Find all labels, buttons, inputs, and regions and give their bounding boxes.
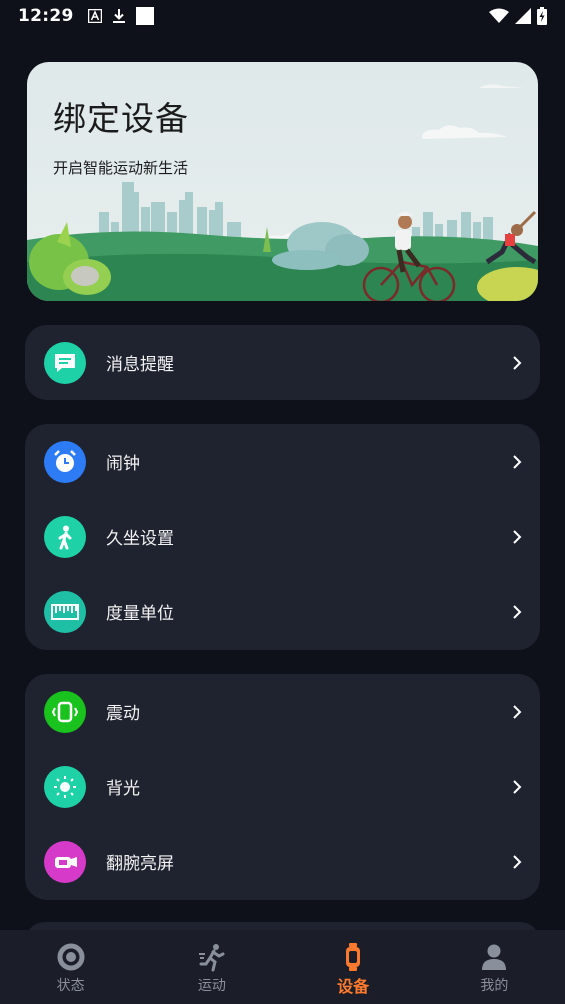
app-notification-icon (87, 9, 102, 23)
raise-to-wake-label: 翻腕亮屏 (106, 854, 174, 874)
nav-label-mine: 我的 (480, 978, 509, 994)
nav-tab-status[interactable]: 状态 (0, 930, 141, 1004)
vibration-row[interactable]: 震动 (25, 674, 540, 749)
general-settings-card: 闹钟 久坐设置 度量单位 (25, 424, 540, 650)
ruler-icon (44, 590, 86, 633)
chevron-right-icon (513, 854, 522, 869)
watch-vibrate-icon (44, 690, 86, 733)
download-icon (112, 9, 125, 23)
bottom-navigation: 状态 运动 设备 我的 (0, 930, 565, 1004)
bind-device-banner[interactable]: 绑定设备 开启智能运动新生活 (27, 62, 538, 301)
chevron-right-icon (513, 529, 522, 544)
sedentary-label: 久坐设置 (106, 529, 174, 549)
chevron-right-icon (513, 355, 522, 370)
notification-icons (87, 7, 154, 25)
raise-to-wake-row[interactable]: 翻腕亮屏 (25, 824, 540, 899)
wrist-raise-icon (44, 840, 86, 883)
nav-tab-device[interactable]: 设备 (283, 930, 424, 1004)
message-icon (44, 341, 86, 384)
display-settings-card: 震动 背光 翻腕亮屏 (25, 674, 540, 900)
sedentary-reminder-row[interactable]: 久坐设置 (25, 499, 540, 574)
alarm-row[interactable]: 闹钟 (25, 424, 540, 499)
status-time: 12:29 (18, 6, 74, 26)
wifi-icon (489, 8, 509, 23)
square-notification-icon (135, 7, 154, 25)
chevron-right-icon (513, 779, 522, 794)
message-reminder-label: 消息提醒 (106, 355, 174, 375)
watch-icon (338, 942, 368, 972)
backlight-row[interactable]: 背光 (25, 749, 540, 824)
signal-icon (515, 8, 531, 24)
banner-subtitle: 开启智能运动新生活 (53, 159, 189, 177)
message-reminder-row[interactable]: 消息提醒 (25, 325, 540, 400)
measurement-units-row[interactable]: 度量单位 (25, 574, 540, 649)
status-bar: 12:29 (0, 0, 565, 32)
chevron-right-icon (513, 454, 522, 469)
profile-icon (479, 942, 509, 972)
alarm-label: 闹钟 (106, 454, 140, 474)
nav-label-device: 设备 (337, 977, 370, 996)
nav-tab-mine[interactable]: 我的 (424, 930, 565, 1004)
nav-label-status: 状态 (56, 978, 85, 994)
sun-icon (44, 765, 86, 808)
chevron-right-icon (513, 604, 522, 619)
backlight-label: 背光 (106, 779, 140, 799)
notification-settings-card: 消息提醒 (25, 325, 540, 400)
standing-person-icon (44, 515, 86, 558)
nav-label-sport: 运动 (197, 978, 226, 994)
chevron-right-icon (513, 704, 522, 719)
nav-tab-sport[interactable]: 运动 (141, 930, 282, 1004)
battery-charging-icon (537, 7, 547, 25)
vibration-label: 震动 (106, 704, 140, 724)
running-icon (197, 942, 227, 972)
system-status-icons (489, 7, 547, 25)
alarm-clock-icon (44, 440, 86, 483)
units-label: 度量单位 (106, 604, 174, 624)
banner-title: 绑定设备 (53, 99, 189, 138)
status-ring-icon (56, 942, 86, 972)
